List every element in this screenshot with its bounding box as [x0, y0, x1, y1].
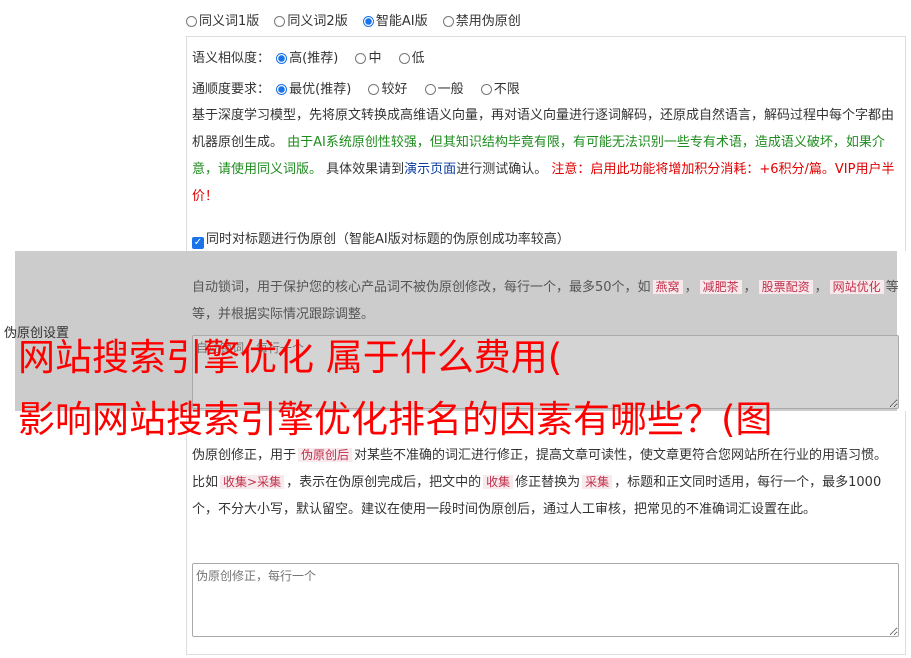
- mode-option-synonym-1[interactable]: 同义词1版: [186, 14, 259, 29]
- fluency-row: 通顺度要求： 最优(推荐) 较好 一般 不限: [192, 78, 531, 97]
- example-tag: 收集: [483, 475, 514, 489]
- similarity-option-high[interactable]: 高(推荐): [276, 51, 338, 66]
- lock-words-description: 自动锁词，用于保护您的核心产品词不被伪原创修改，每行一个，最多50个，如 燕窝，减…: [192, 280, 899, 322]
- radio-selected-icon[interactable]: [276, 84, 288, 95]
- mode-option-disable[interactable]: 禁用伪原创: [442, 14, 521, 29]
- radio-icon[interactable]: [480, 84, 492, 95]
- example-tag: 股票配资: [758, 280, 813, 294]
- fluency-option-best[interactable]: 最优(推荐): [276, 82, 351, 97]
- radio-selected-icon[interactable]: [276, 53, 288, 64]
- radio-icon[interactable]: [398, 53, 410, 64]
- mode-option-synonym-2[interactable]: 同义词2版: [274, 14, 348, 29]
- fluency-label: 通顺度要求：: [192, 82, 271, 97]
- example-tag: 燕窝: [652, 280, 683, 294]
- radio-icon[interactable]: [355, 53, 367, 64]
- similarity-option-low[interactable]: 低: [398, 51, 425, 66]
- radio-icon[interactable]: [368, 84, 380, 95]
- overlay-title-line-1: 网站搜索引擎优化 属于什么费用(: [18, 336, 563, 379]
- fluency-option-good[interactable]: 较好: [368, 82, 407, 97]
- correction-textarea[interactable]: [192, 563, 899, 637]
- demo-page-link[interactable]: 演示页面: [404, 162, 456, 177]
- similarity-label: 语义相似度：: [192, 51, 271, 66]
- overlay-title-line-2: 影响网站搜索引擎优化排名的因素有哪些？(图: [18, 398, 773, 441]
- example-tag: 收集>采集: [220, 475, 285, 489]
- title-rewrite-checkbox-row[interactable]: ✓ 同时对标题进行伪原创（智能AI版对标题的伪原创成功率较高）: [192, 228, 570, 249]
- example-tag: 采集: [582, 475, 613, 489]
- radio-icon[interactable]: [442, 16, 454, 27]
- radio-icon[interactable]: [186, 16, 197, 27]
- example-tag: 减肥茶: [699, 280, 742, 294]
- example-tag: 网站优化: [829, 280, 884, 294]
- similarity-row: 语义相似度： 高(推荐) 中 低: [192, 47, 436, 66]
- correction-description: 伪原创修正，用于 伪原创后 对某些不准确的词汇进行修正，提高文章可读性，使文章更符合…: [192, 448, 888, 517]
- radio-icon[interactable]: [274, 16, 286, 27]
- example-tag: 伪原创后: [298, 448, 353, 462]
- mode-selector: 同义词1版 同义词2版 智能AI版 禁用伪原创: [186, 10, 532, 29]
- similarity-option-medium[interactable]: 中: [355, 51, 381, 66]
- radio-selected-icon[interactable]: [362, 16, 374, 27]
- fluency-option-normal[interactable]: 一般: [424, 82, 464, 97]
- fluency-option-any[interactable]: 不限: [480, 82, 520, 97]
- checkbox-checked-icon[interactable]: ✓: [192, 237, 204, 249]
- ai-description: 基于深度学习模型，先将原文转换成高维语义向量，再对语义向量进行逐词解码，还原成自…: [192, 108, 895, 204]
- mode-option-ai[interactable]: 智能AI版: [362, 14, 428, 29]
- radio-icon[interactable]: [424, 84, 436, 95]
